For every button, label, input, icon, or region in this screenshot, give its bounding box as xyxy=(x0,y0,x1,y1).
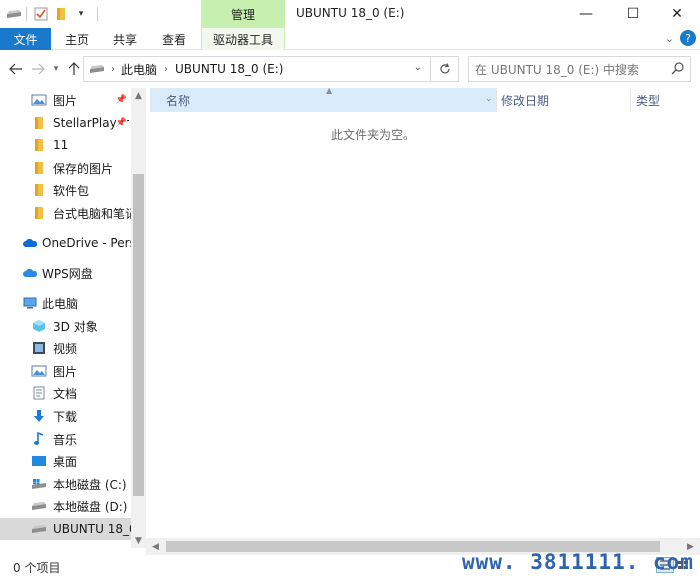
video-icon xyxy=(31,341,47,355)
nav-item-videos[interactable]: 视频 xyxy=(0,337,131,359)
folder-icon xyxy=(31,161,47,175)
ribbon-tabs: 文件 主页 共享 查看 驱动器工具 ⌄ ? xyxy=(0,28,700,50)
music-icon xyxy=(31,432,47,446)
nav-item-stellarplayer[interactable]: StellarPlayer 📌 xyxy=(0,112,131,134)
up-button[interactable] xyxy=(65,60,83,78)
nav-item-downloads[interactable]: 下载 xyxy=(0,405,131,427)
ribbon-controls: ⌄ ? xyxy=(665,30,700,46)
nav-item-software[interactable]: 软件包 xyxy=(0,179,131,201)
pictures-icon xyxy=(31,93,47,107)
pin-icon: 📌 xyxy=(115,118,127,128)
chevron-down-icon[interactable]: ⌄ xyxy=(485,94,493,104)
nav-item-documents[interactable]: 文档 xyxy=(0,382,131,404)
item-count: 0 个项目 xyxy=(13,561,61,575)
folder-icon xyxy=(31,138,47,152)
nav-item-folder-11[interactable]: 11 xyxy=(0,134,131,156)
folder-icon xyxy=(31,116,47,130)
drive-icon xyxy=(31,522,47,536)
properties-icon[interactable] xyxy=(33,6,49,22)
sort-ascending-icon: ▲ xyxy=(326,86,333,95)
tab-view[interactable]: 查看 xyxy=(153,28,195,50)
close-button[interactable]: ✕ xyxy=(654,0,700,28)
windows-drive-icon xyxy=(31,477,47,491)
maximize-button[interactable]: ☐ xyxy=(610,0,656,28)
refresh-icon xyxy=(439,63,450,74)
scroll-down-arrow-icon[interactable]: ▼ xyxy=(131,533,146,548)
nav-scrollbar[interactable]: ▲ ▼ xyxy=(131,88,146,548)
tab-share[interactable]: 共享 xyxy=(104,28,146,50)
nav-item-this-pc[interactable]: 此电脑 xyxy=(0,292,131,314)
tab-drive-tools[interactable]: 驱动器工具 xyxy=(201,28,285,50)
up-arrow-icon xyxy=(68,62,80,75)
nav-item-drive-c[interactable]: 本地磁盘 (C:) xyxy=(0,473,131,495)
nav-item-music[interactable]: 音乐 xyxy=(0,428,131,450)
search-input[interactable]: 在 UBUNTU 18_0 (E:) 中搜索 xyxy=(468,56,691,82)
chevron-down-icon[interactable]: ⌄ xyxy=(414,62,422,73)
chevron-right-icon[interactable]: › xyxy=(111,64,115,75)
breadcrumb-current[interactable]: UBUNTU 18_0 (E:) xyxy=(175,62,283,76)
nav-item-saved-pictures[interactable]: 保存的图片 xyxy=(0,157,131,179)
documents-icon xyxy=(31,386,47,400)
nav-item-drive-d[interactable]: 本地磁盘 (D:) xyxy=(0,495,131,517)
search-placeholder: 在 UBUNTU 18_0 (E:) 中搜索 xyxy=(475,62,640,77)
column-separator[interactable] xyxy=(496,88,497,112)
desktop-icon xyxy=(31,454,47,468)
downloads-icon xyxy=(31,409,47,423)
column-header-name[interactable]: 名称 ▲ ⌄ xyxy=(150,86,496,112)
nav-item-onedrive[interactable]: OneDrive - Perso xyxy=(0,232,131,254)
forward-button[interactable] xyxy=(29,60,47,78)
address-row: ▾ › 此电脑 › UBUNTU 18_0 (E:) ⌄ 在 UBUNTU 18… xyxy=(0,50,700,88)
folder-icon xyxy=(31,183,47,197)
address-bar[interactable]: › 此电脑 › UBUNTU 18_0 (E:) ⌄ xyxy=(83,56,431,82)
window-title: UBUNTU 18_0 (E:) xyxy=(296,6,405,20)
tab-home[interactable]: 主页 xyxy=(56,28,98,50)
new-folder-icon[interactable] xyxy=(53,6,69,22)
scroll-up-arrow-icon[interactable]: ▲ xyxy=(131,88,146,103)
onedrive-icon xyxy=(23,236,37,250)
nav-item-desktop-laptop[interactable]: 台式电脑和笔记 xyxy=(0,202,131,224)
breadcrumb-this-pc[interactable]: 此电脑 xyxy=(121,61,157,78)
title-bar: ▾ 管理 UBUNTU 18_0 (E:) — ☐ ✕ xyxy=(0,0,700,28)
expand-ribbon-icon[interactable]: ⌄ xyxy=(665,32,674,45)
back-arrow-icon xyxy=(9,63,22,75)
drive-icon[interactable] xyxy=(6,6,22,22)
column-separator[interactable] xyxy=(630,88,631,112)
tab-file[interactable]: 文件 xyxy=(0,28,51,50)
empty-folder-message: 此文件夹为空。 xyxy=(330,128,415,142)
pin-icon: 📌 xyxy=(115,95,127,105)
navigation-pane: 图片 📌 StellarPlayer 📌 11 保存的图片 软件包 台式电脑和笔… xyxy=(0,88,146,548)
refresh-button[interactable] xyxy=(431,56,459,82)
nav-scroll-thumb[interactable] xyxy=(133,174,144,496)
chevron-right-icon[interactable]: › xyxy=(164,64,168,75)
nav-item-pictures[interactable]: 图片 xyxy=(0,360,131,382)
nav-item-3d-objects[interactable]: 3D 对象 xyxy=(0,315,131,337)
quick-access-toolbar: ▾ xyxy=(6,6,98,22)
minimize-button[interactable]: — xyxy=(563,0,609,28)
tab-manage[interactable]: 管理 xyxy=(201,0,285,28)
nav-item-drive-e[interactable]: UBUNTU 18_0 ( xyxy=(0,518,131,540)
nav-item-wps-drive[interactable]: WPS网盘 xyxy=(0,262,131,284)
scroll-left-arrow-icon[interactable]: ◀ xyxy=(148,539,163,554)
recent-locations-icon[interactable]: ▾ xyxy=(47,60,65,78)
nav-item-desktop[interactable]: 桌面 xyxy=(0,450,131,472)
cloud-icon xyxy=(23,266,37,280)
back-button[interactable] xyxy=(7,60,25,78)
drive-icon xyxy=(89,63,105,75)
customize-toolbar-icon[interactable]: ▾ xyxy=(73,6,89,22)
file-list: 名称 ▲ ⌄ 修改日期 类型 此文件夹为空。 xyxy=(146,86,700,538)
search-icon[interactable] xyxy=(671,62,684,78)
column-header-type[interactable]: 类型 xyxy=(636,88,700,112)
3d-objects-icon xyxy=(31,319,47,333)
nav-item-pictures-pinned[interactable]: 图片 📌 xyxy=(0,89,131,111)
pictures-icon xyxy=(31,364,47,378)
column-header-modified[interactable]: 修改日期 xyxy=(501,88,631,112)
forward-arrow-icon xyxy=(32,63,45,75)
drive-icon xyxy=(31,499,47,513)
help-icon[interactable]: ? xyxy=(680,30,696,46)
folder-icon xyxy=(31,206,47,220)
watermark: www. 3811111. com xyxy=(462,550,694,574)
this-pc-icon xyxy=(23,296,37,310)
